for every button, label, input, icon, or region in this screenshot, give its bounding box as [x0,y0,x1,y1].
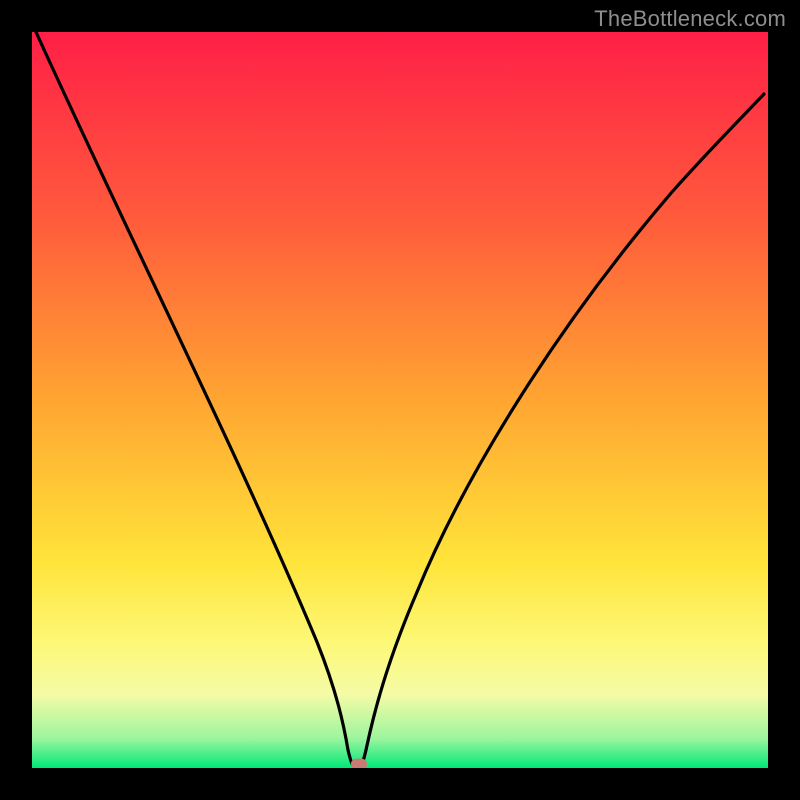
chart-frame: TheBottleneck.com [0,0,800,800]
watermark-text: TheBottleneck.com [594,6,786,32]
plot-area [32,32,768,768]
curve-path [36,32,764,768]
bottleneck-curve [32,32,768,768]
optimum-marker [351,759,367,769]
